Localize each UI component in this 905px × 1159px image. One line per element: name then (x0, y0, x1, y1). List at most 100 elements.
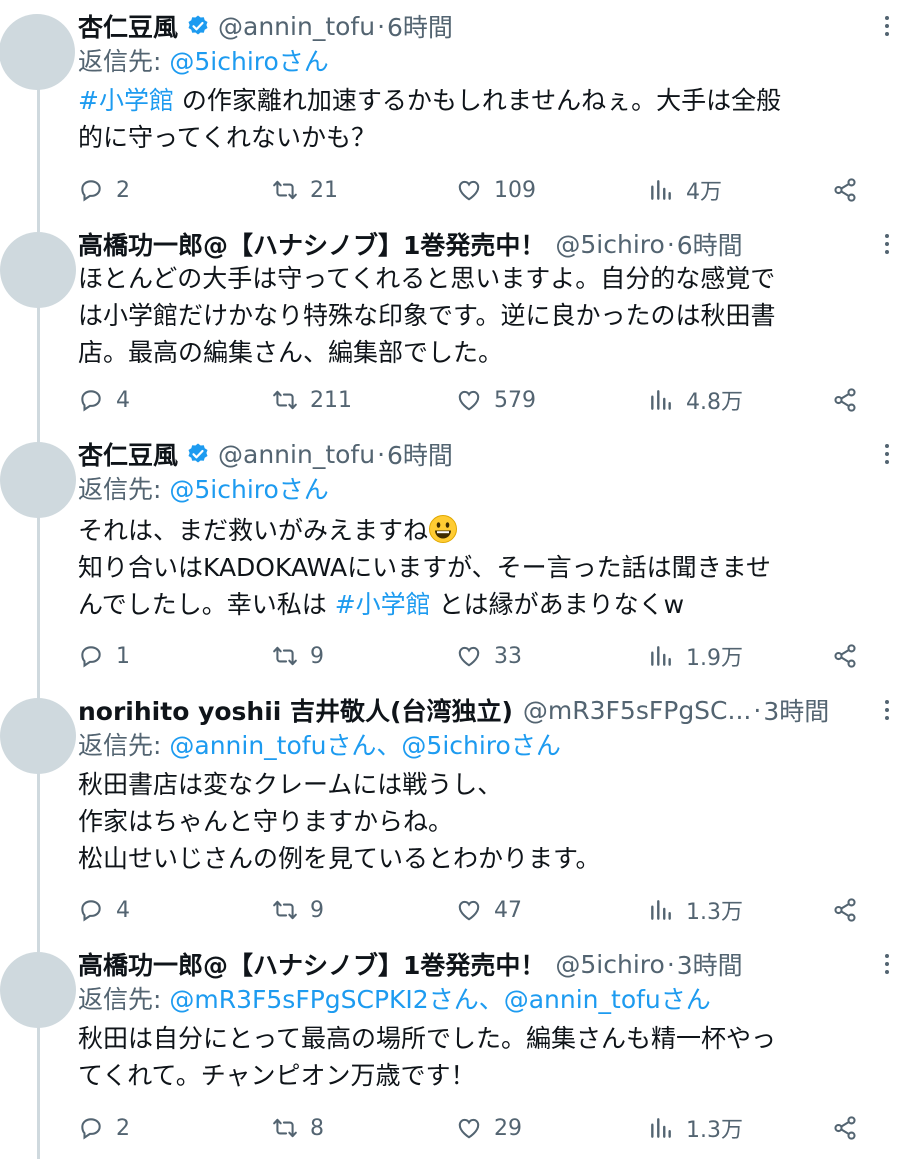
retweet-icon (273, 900, 297, 920)
more-options-icon[interactable] (883, 952, 891, 976)
author-handle[interactable]: @annin_tofu (218, 12, 375, 41)
tweet-text-line: 知り合いはKADOKAWAにいますが、そー言った話は聞きませ (78, 553, 771, 582)
author-handle[interactable]: @5ichiro (555, 230, 664, 259)
tweet-time[interactable]: 3時間 (763, 692, 829, 728)
like-button[interactable]: 33 (456, 638, 522, 674)
tweet-text-line: 秋田は自分にとって最高の場所でした。編集さんも精一杯やっ (78, 1024, 777, 1053)
reply-to-prefix: 返信先: (78, 47, 170, 76)
author-name[interactable]: 杏仁豆風 (78, 8, 178, 44)
like-button[interactable]: 29 (456, 1110, 522, 1146)
views-chart-icon (651, 1118, 671, 1138)
hashtag-link[interactable]: #小学館 (78, 86, 174, 115)
like-button[interactable]: 47 (456, 892, 522, 928)
author-handle[interactable]: @mR3F5sFPgSC... (523, 696, 751, 725)
reply-to-mentions[interactable]: @5ichiroさん (169, 47, 328, 76)
avatar[interactable] (0, 14, 75, 90)
verified-badge-icon (188, 15, 208, 35)
more-options-icon[interactable] (883, 442, 891, 466)
share-icon (834, 644, 856, 668)
reply-to-prefix: 返信先: (78, 985, 170, 1014)
separator-dot: · (666, 949, 675, 979)
avatar[interactable] (0, 442, 76, 518)
tweet-time[interactable]: 6時間 (387, 436, 453, 472)
views-chart-icon (651, 900, 671, 920)
reply-to: 返信先: @5ichiroさん (78, 472, 905, 508)
thread-line (37, 78, 40, 232)
author-name[interactable]: 高橋功一郎@【ハナシノブ】1巻発売中！ (78, 946, 545, 982)
tweet-actions: 2 8 29 1.3万 (78, 1110, 858, 1146)
views-button[interactable]: 1.3万 (648, 1110, 743, 1146)
share-button[interactable] (832, 382, 870, 418)
tweet-text: #小学館 の作家離れ加速するかもしれませんねぇ。大手は全般 的に守ってくれないか… (78, 82, 878, 156)
reply-to: 返信先: @mR3F5sFPgSCPKI2さん、@annin_tofuさん (78, 982, 905, 1018)
author-name[interactable]: 杏仁豆風 (78, 436, 178, 472)
like-count: 109 (494, 177, 536, 203)
reply-count: 2 (116, 177, 130, 203)
tweet-time[interactable]: 6時間 (387, 8, 453, 44)
tweet-actions: 1 9 33 1.9万 (78, 638, 858, 674)
reply-button[interactable]: 2 (78, 172, 130, 208)
tweet-text: 秋田書店は変なクレームには戦うし、 作家はちゃんと守りますからね。 松山せいじさ… (78, 766, 878, 877)
reply-count: 4 (116, 387, 130, 413)
reply-to-mentions[interactable]: @5ichiroさん (169, 475, 328, 504)
tweet-text-line: 的に守ってくれないかも？ (78, 123, 377, 152)
reply-to-prefix: 返信先: (78, 731, 170, 760)
retweet-button[interactable]: 211 (272, 382, 352, 418)
separator-dot: · (753, 695, 762, 725)
views-button[interactable]: 4万 (648, 172, 722, 208)
tweet-time[interactable]: 3時間 (677, 946, 743, 982)
like-count: 579 (494, 387, 536, 413)
tweet-header: 高橋功一郎@【ハナシノブ】1巻発売中！ @5ichiro · 6時間 (78, 226, 905, 262)
avatar[interactable] (0, 232, 76, 308)
author-handle[interactable]: @annin_tofu (218, 440, 375, 469)
tweet-text-line: は小学館だけかなり特殊な印象です。逆に良かったのは秋田書 (78, 301, 776, 330)
reply-count: 4 (116, 897, 130, 923)
like-button[interactable]: 109 (456, 172, 536, 208)
tweet-text-line: んでしたし。幸い私は (78, 590, 335, 619)
reply-button[interactable]: 1 (78, 638, 130, 674)
retweet-button[interactable]: 8 (272, 1110, 324, 1146)
heart-icon (458, 646, 480, 667)
hashtag-link[interactable]: #小学館 (335, 590, 431, 619)
share-icon (834, 898, 856, 922)
share-button[interactable] (832, 1110, 870, 1146)
tweet-text: ほとんどの大手は守ってくれると思いますよ。自分的な感覚で は小学館だけかなり特殊… (78, 260, 878, 371)
views-button[interactable]: 4.8万 (648, 382, 743, 418)
views-button[interactable]: 1.9万 (648, 638, 743, 674)
retweet-button[interactable]: 9 (272, 892, 324, 928)
retweet-button[interactable]: 21 (272, 172, 338, 208)
tweet-text-line: それは、まだ救いがみえますね (78, 516, 429, 545)
thread-line (37, 288, 40, 444)
author-name[interactable]: 高橋功一郎@【ハナシノブ】1巻発売中！ (78, 226, 545, 262)
avatar[interactable] (0, 952, 76, 1028)
share-button[interactable] (832, 638, 870, 674)
separator-dot: · (377, 11, 386, 41)
like-button[interactable]: 579 (456, 382, 536, 418)
share-icon (834, 178, 856, 202)
reply-button[interactable]: 4 (78, 892, 130, 928)
share-button[interactable] (832, 172, 870, 208)
more-options-icon[interactable] (883, 698, 891, 722)
avatar[interactable] (0, 698, 76, 774)
view-count: 1.3万 (686, 900, 743, 925)
author-handle[interactable]: @5ichiro (555, 950, 664, 979)
heart-icon (458, 390, 480, 411)
thread-line (37, 762, 40, 952)
share-button[interactable] (832, 892, 870, 928)
tweet-time[interactable]: 6時間 (677, 226, 743, 262)
reply-icon (81, 900, 101, 922)
reply-button[interactable]: 4 (78, 382, 130, 418)
like-count: 33 (494, 643, 522, 669)
retweet-count: 8 (310, 1115, 324, 1141)
reply-to-mentions[interactable]: @mR3F5sFPgSCPKI2さん、@annin_tofuさん (169, 985, 710, 1014)
reply-to-mentions[interactable]: @annin_tofuさん、@5ichiroさん (169, 731, 560, 760)
views-button[interactable]: 1.3万 (648, 892, 743, 928)
more-options-icon[interactable] (883, 14, 891, 38)
tweet-header: norihito yoshii 吉井敬人(台湾独立) @mR3F5sFPgSC.… (78, 692, 858, 728)
retweet-button[interactable]: 9 (272, 638, 324, 674)
reply-button[interactable]: 2 (78, 1110, 130, 1146)
separator-dot: · (666, 229, 675, 259)
author-name[interactable]: norihito yoshii 吉井敬人(台湾独立) (78, 692, 513, 728)
reply-to-prefix: 返信先: (78, 475, 170, 504)
more-options-icon[interactable] (883, 232, 891, 256)
